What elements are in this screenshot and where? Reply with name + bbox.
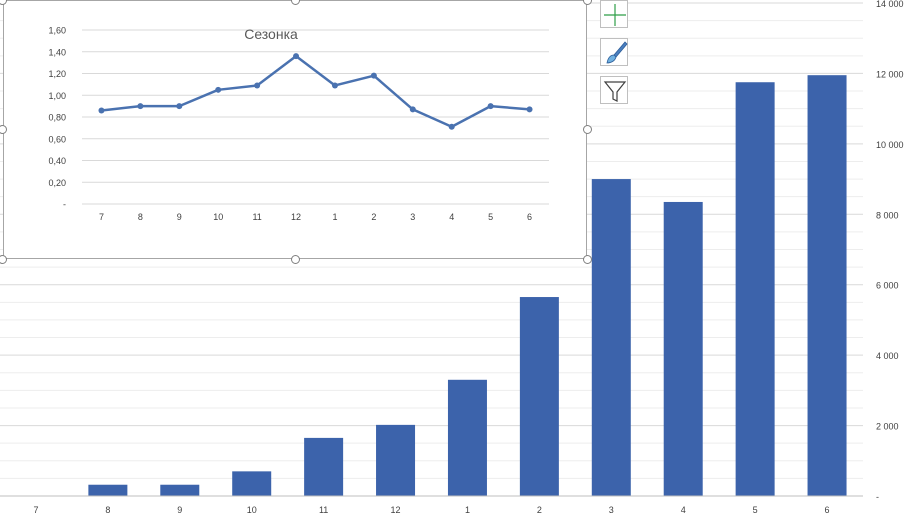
line-x-tick-label: 7 — [99, 212, 104, 222]
data-point-12 — [293, 53, 300, 60]
chart-filters-button[interactable] — [600, 76, 628, 104]
line-y-tick-label: 0,60 — [48, 134, 66, 144]
y-tick-label: 14 000 — [876, 0, 904, 9]
brush-icon — [606, 41, 628, 64]
x-tick-label: 8 — [105, 505, 110, 515]
x-tick-label: 1 — [465, 505, 470, 515]
data-point-1 — [331, 82, 338, 89]
line-x-tick-label: 9 — [177, 212, 182, 222]
y-tick-label: 10 000 — [876, 140, 904, 150]
x-tick-label: 11 — [319, 505, 328, 515]
line-x-tick-label: 4 — [449, 212, 454, 222]
x-tick-label: 6 — [825, 505, 830, 515]
x-tick-label: 9 — [177, 505, 182, 515]
bar-2 — [519, 297, 559, 496]
line-x-tick-label: 10 — [213, 212, 223, 222]
chart-styles-button[interactable] — [600, 38, 628, 66]
line-x-tick-label: 11 — [252, 212, 261, 222]
y-tick-label: 12 000 — [876, 69, 904, 79]
line-x-tick-label: 1 — [332, 212, 337, 222]
data-point-8 — [137, 103, 144, 110]
data-point-2 — [370, 72, 377, 79]
bar-11 — [304, 437, 344, 496]
x-tick-label: 12 — [391, 505, 401, 515]
series-line — [101, 54, 530, 129]
data-point-3 — [409, 106, 416, 113]
data-point-5 — [487, 103, 494, 110]
line-y-tick-label: - — [63, 200, 66, 210]
y-tick-label: 2 000 — [876, 422, 899, 432]
data-point-6 — [526, 106, 533, 113]
filter-icon — [603, 81, 627, 102]
line-x-tick-label: 5 — [488, 212, 493, 222]
data-point-10 — [215, 86, 222, 93]
chart-elements-button[interactable] — [600, 0, 628, 28]
x-tick-label: 4 — [681, 505, 686, 515]
line-y-tick-label: 1,40 — [48, 47, 66, 57]
line-chart: - 0,20 0,40 0,60 0,80 1,00 1,20 1,40 1,60 Сезонка… — [48, 26, 549, 222]
line-x-tick-label: 6 — [527, 212, 532, 222]
bar-4 — [663, 201, 703, 497]
line-y-tick-label: 1,60 — [48, 26, 66, 36]
line-x-tick-label: 3 — [410, 212, 415, 222]
bar-1 — [447, 379, 487, 496]
y-tick-label: - — [876, 492, 879, 502]
line-y-tick-label: 1,00 — [48, 91, 66, 101]
bar-12 — [376, 424, 416, 496]
y-tick-label: 6 000 — [876, 281, 899, 291]
y-tick-label: 4 000 — [876, 351, 899, 361]
line-y-tick-label: 1,20 — [48, 69, 66, 79]
line-y-tick-label: 0,40 — [48, 156, 66, 166]
line-x-tick-label: 2 — [371, 212, 376, 222]
data-point-7 — [98, 107, 105, 114]
line-y-tick-label: 0,80 — [48, 113, 66, 123]
data-point-9 — [176, 103, 183, 110]
resize-handle-middle-right[interactable] — [583, 125, 592, 134]
bar-5 — [735, 82, 775, 496]
line-y-tick-label: 0,20 — [48, 178, 66, 188]
bar-9 — [160, 484, 200, 496]
data-point-4 — [448, 123, 455, 130]
bar-3 — [591, 179, 631, 497]
x-tick-label: 7 — [33, 505, 38, 515]
resize-handle-bottom-right[interactable] — [583, 255, 592, 264]
data-point-11 — [254, 82, 261, 89]
x-tick-label: 2 — [537, 505, 542, 515]
y-tick-label: 8 000 — [876, 210, 899, 220]
resize-handle-bottom-middle[interactable] — [291, 255, 300, 264]
line-chart-panel[interactable]: - 0,20 0,40 0,60 0,80 1,00 1,20 1,40 1,60 Сезонка… — [3, 0, 587, 259]
x-tick-label: 5 — [753, 505, 758, 515]
x-tick-label: 10 — [247, 505, 257, 515]
line-x-tick-label: 8 — [138, 212, 143, 222]
x-tick-label: 3 — [609, 505, 614, 515]
plus-icon — [604, 4, 626, 26]
line-chart-title: Сезонка — [244, 26, 298, 42]
bar-10 — [232, 471, 272, 496]
bar-8 — [88, 484, 128, 496]
bar-6 — [807, 75, 847, 497]
line-x-tick-label: 12 — [291, 212, 301, 222]
